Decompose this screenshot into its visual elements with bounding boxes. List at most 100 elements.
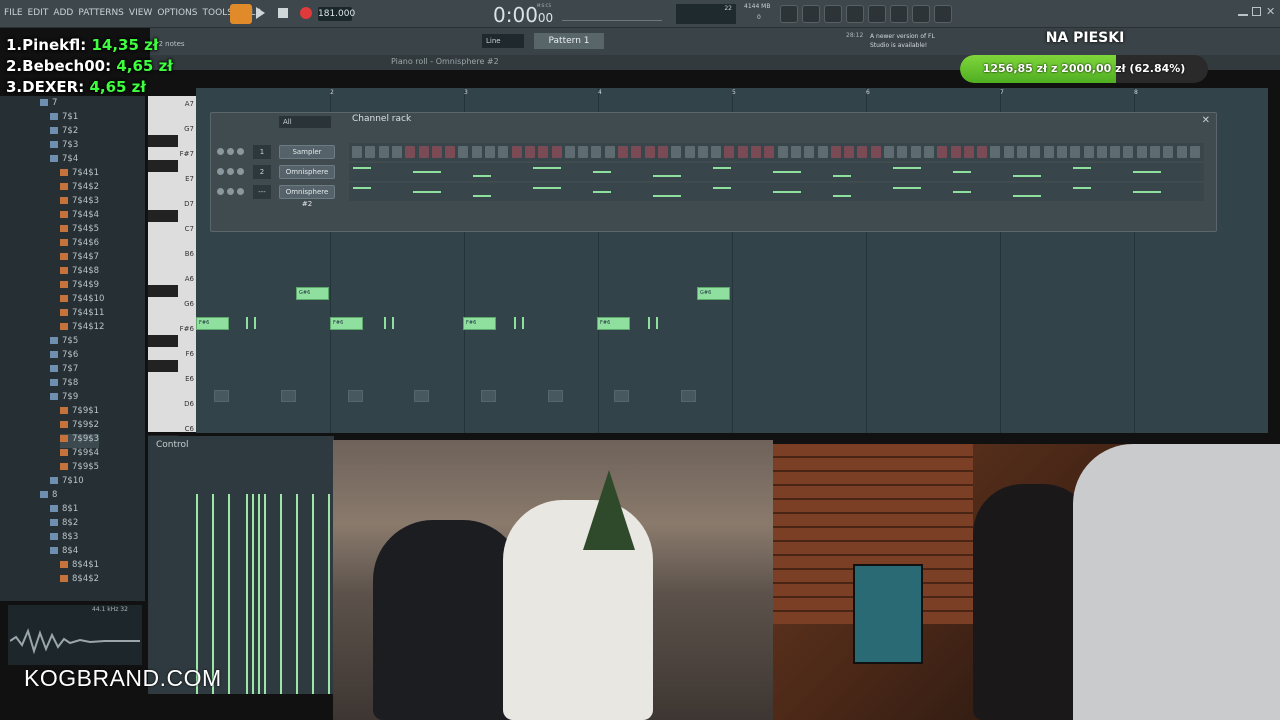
step-button[interactable] xyxy=(1030,146,1041,158)
step-button[interactable] xyxy=(950,146,961,158)
browser-item[interactable]: 8$1 xyxy=(50,504,78,518)
window-close-icon[interactable]: ✕ xyxy=(1266,5,1275,18)
step-button[interactable] xyxy=(391,146,402,158)
note[interactable]: F#6 xyxy=(196,317,229,330)
browser-item[interactable]: 8$4$1 xyxy=(60,560,99,574)
browser-item[interactable]: 7$7 xyxy=(50,364,78,378)
browser-item[interactable]: 8$4$2 xyxy=(60,574,99,588)
black-key[interactable] xyxy=(148,360,178,372)
channel-knob-icon[interactable] xyxy=(217,188,224,195)
step-button[interactable] xyxy=(711,146,722,158)
channel-knob-icon[interactable] xyxy=(217,168,224,175)
step-button[interactable] xyxy=(1150,146,1160,158)
step-button[interactable] xyxy=(790,146,801,158)
snap-selector[interactable]: Line xyxy=(482,34,524,48)
step-button[interactable] xyxy=(578,146,589,158)
short-note[interactable] xyxy=(384,317,394,329)
chat-icon[interactable] xyxy=(912,5,930,23)
step-button[interactable] xyxy=(817,146,828,158)
step-button[interactable] xyxy=(458,146,469,158)
browser-item[interactable]: 7$4$1 xyxy=(60,168,99,182)
window-maximize-icon[interactable] xyxy=(1252,7,1261,16)
menu-tools[interactable]: TOOLS xyxy=(203,8,233,18)
channel-name-button[interactable]: Sampler xyxy=(279,145,335,159)
browser-item[interactable]: 7$4$12 xyxy=(60,322,104,336)
step-button[interactable] xyxy=(498,146,509,158)
velocity-bar[interactable] xyxy=(280,494,282,694)
step-button[interactable] xyxy=(671,146,682,158)
channel-knob-icon[interactable] xyxy=(237,168,244,175)
step-button[interactable] xyxy=(897,146,908,158)
step-button[interactable] xyxy=(538,146,549,158)
note[interactable]: F#6 xyxy=(597,317,630,330)
browser-item[interactable]: 7$9 xyxy=(50,392,78,406)
step-button[interactable] xyxy=(644,146,655,158)
browser-item[interactable]: 7$9$5 xyxy=(60,462,99,476)
browser-item[interactable]: 7$4$3 xyxy=(60,196,99,210)
browser-item[interactable]: 7$1 xyxy=(50,112,78,126)
step-button[interactable] xyxy=(378,146,389,158)
pattern-selector[interactable]: Pattern 1 xyxy=(534,33,604,49)
menu-view[interactable]: VIEW xyxy=(129,8,152,18)
pat-song-toggle[interactable] xyxy=(230,4,252,24)
browser-item[interactable]: 7$4$2 xyxy=(60,182,99,196)
record-button[interactable] xyxy=(300,7,312,19)
channel-knob-icon[interactable] xyxy=(227,148,234,155)
velocity-bar[interactable] xyxy=(328,494,330,694)
velocity-bar[interactable] xyxy=(252,494,254,694)
menu-edit[interactable]: EDIT xyxy=(28,8,49,18)
browser-item[interactable]: 7$9$3 xyxy=(60,434,100,448)
master-volume-slider[interactable] xyxy=(562,5,662,21)
black-key[interactable] xyxy=(148,160,178,172)
browser-item[interactable]: 8 xyxy=(40,490,57,504)
browser-item[interactable]: 7$4$8 xyxy=(60,266,99,280)
step-button[interactable] xyxy=(697,146,708,158)
step-button[interactable] xyxy=(1110,146,1121,158)
step-button[interactable] xyxy=(910,146,921,158)
short-note[interactable] xyxy=(648,317,658,329)
step-button[interactable] xyxy=(1096,146,1107,158)
save-icon[interactable] xyxy=(868,5,886,23)
note[interactable]: F#6 xyxy=(463,317,496,330)
velocity-bar[interactable] xyxy=(196,494,198,694)
note[interactable]: F#6 xyxy=(330,317,363,330)
note[interactable]: G#6 xyxy=(697,287,730,300)
browser-item[interactable]: 7$3 xyxy=(50,140,78,154)
note[interactable]: G#6 xyxy=(296,287,329,300)
browser-item[interactable]: 7$8 xyxy=(50,378,78,392)
channel-number[interactable]: 1 xyxy=(253,145,271,159)
step-button[interactable] xyxy=(511,146,522,158)
browser-item[interactable]: 7$4$10 xyxy=(60,294,104,308)
tempo-display[interactable]: 181.000 xyxy=(318,7,355,21)
play-button[interactable] xyxy=(256,7,265,19)
browser-item[interactable]: 7$4$7 xyxy=(60,252,99,266)
mic-icon[interactable] xyxy=(824,5,842,23)
black-key[interactable] xyxy=(148,210,178,222)
velocity-bar[interactable] xyxy=(258,494,260,694)
velocity-bar[interactable] xyxy=(296,494,298,694)
browser-item[interactable]: 7$4$11 xyxy=(60,308,104,322)
stop-button[interactable] xyxy=(278,8,288,18)
step-button[interactable] xyxy=(405,146,416,158)
browser-item[interactable]: 7$6 xyxy=(50,350,78,364)
browser-item[interactable]: 7$2 xyxy=(50,126,78,140)
menu-options[interactable]: OPTIONS xyxy=(157,8,197,18)
step-button[interactable] xyxy=(1136,146,1147,158)
rack-close-icon[interactable]: ✕ xyxy=(1202,115,1210,126)
step-button[interactable] xyxy=(884,146,894,158)
rack-filter[interactable]: All xyxy=(279,116,331,128)
tool-icon-2[interactable] xyxy=(802,5,820,23)
channel-knob-icon[interactable] xyxy=(237,188,244,195)
browser-item[interactable]: 7 xyxy=(40,98,57,112)
browser-item[interactable]: 7$4$5 xyxy=(60,224,99,238)
velocity-bar[interactable] xyxy=(228,494,230,694)
step-button[interactable] xyxy=(657,146,668,158)
short-note[interactable] xyxy=(514,317,524,329)
step-button[interactable] xyxy=(684,146,695,158)
step-button[interactable] xyxy=(804,146,815,158)
step-button[interactable] xyxy=(524,146,535,158)
browser-item[interactable]: 7$4 xyxy=(50,154,78,168)
browser-item[interactable]: 8$4 xyxy=(50,546,78,560)
browser-item[interactable]: 7$4$6 xyxy=(60,238,99,252)
step-button[interactable] xyxy=(1017,146,1027,158)
